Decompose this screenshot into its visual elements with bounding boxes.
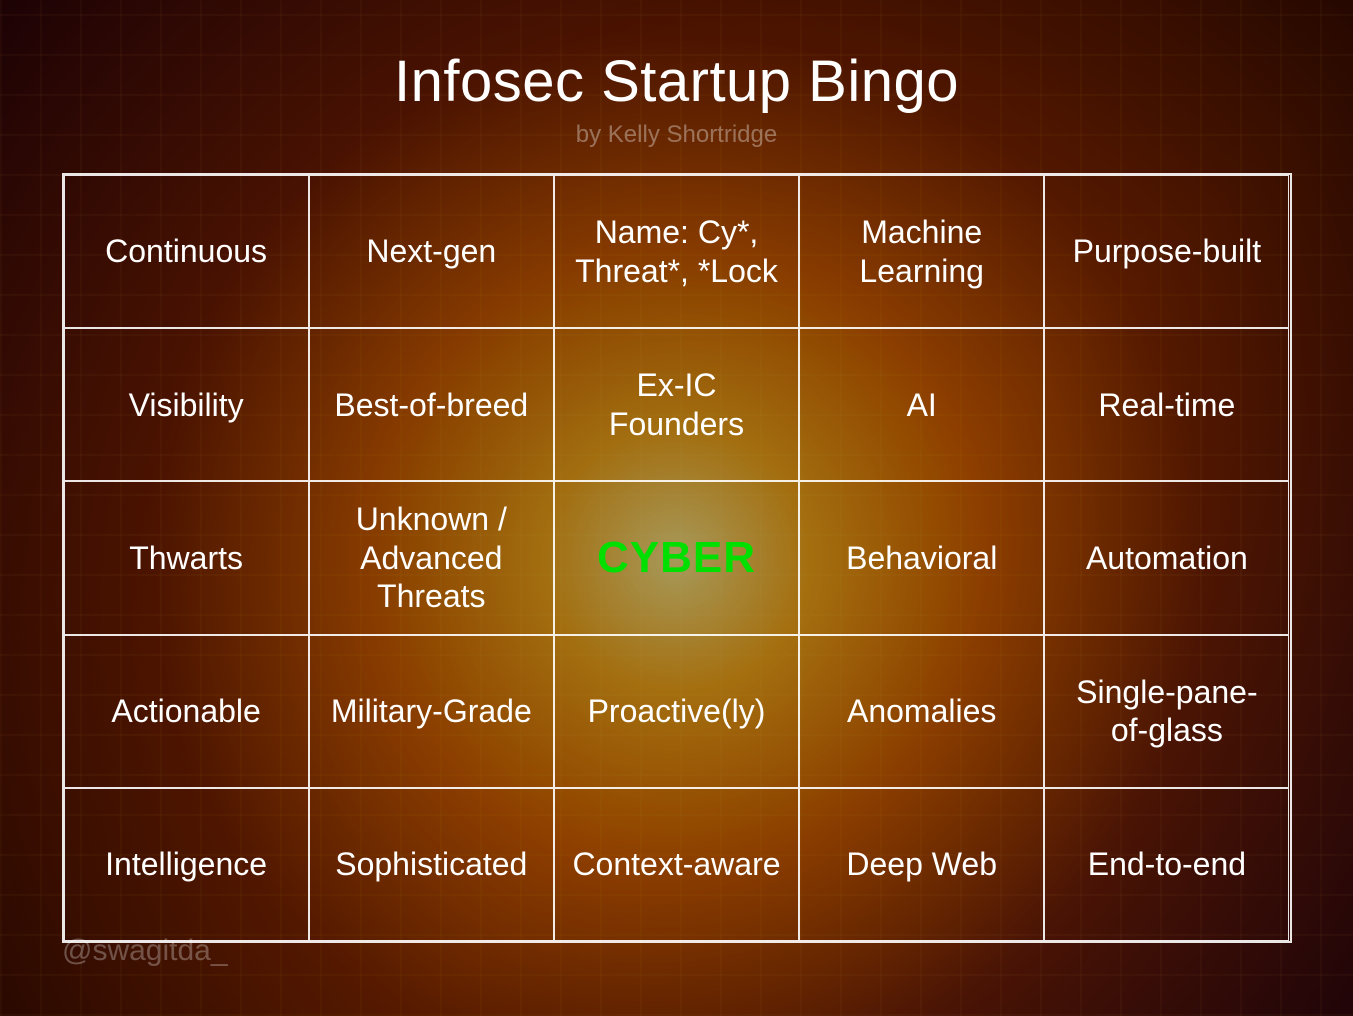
bingo-cell: Context-aware xyxy=(554,788,799,941)
bingo-cell: Visibility xyxy=(64,328,309,481)
page-title: Infosec Startup Bingo xyxy=(394,48,959,115)
bingo-cell: Next-gen xyxy=(309,175,554,328)
bingo-card: Infosec Startup Bingo by Kelly Shortridg… xyxy=(0,0,1353,1016)
bingo-cell: Anomalies xyxy=(799,635,1044,788)
bingo-cell: Proactive(ly) xyxy=(554,635,799,788)
bingo-cell: Actionable xyxy=(64,635,309,788)
bingo-cell: Machine Learning xyxy=(799,175,1044,328)
bingo-cell: Automation xyxy=(1044,481,1289,634)
bingo-cell: Best-of-breed xyxy=(309,328,554,481)
page-subtitle: by Kelly Shortridge xyxy=(576,121,777,149)
author-handle: @swagitda_ xyxy=(62,934,228,968)
bingo-cell: Purpose-built xyxy=(1044,175,1289,328)
bingo-cell: Military-Grade xyxy=(309,635,554,788)
bingo-cell: Intelligence xyxy=(64,788,309,941)
bingo-free-square: CYBER xyxy=(554,481,799,634)
bingo-cell: Unknown / Advanced Threats xyxy=(309,481,554,634)
bingo-cell: Real-time xyxy=(1044,328,1289,481)
bingo-cell: Behavioral xyxy=(799,481,1044,634)
bingo-cell: End-to-end xyxy=(1044,788,1289,941)
bingo-cell: Continuous xyxy=(64,175,309,328)
bingo-cell: Sophisticated xyxy=(309,788,554,941)
bingo-cell: Single-pane-of-glass xyxy=(1044,635,1289,788)
bingo-cell: AI xyxy=(799,328,1044,481)
bingo-cell: Deep Web xyxy=(799,788,1044,941)
bingo-grid: Continuous Next-gen Name: Cy*, Threat*, … xyxy=(62,173,1292,943)
bingo-cell: Ex-IC Founders xyxy=(554,328,799,481)
bingo-cell: Name: Cy*, Threat*, *Lock xyxy=(554,175,799,328)
bingo-cell: Thwarts xyxy=(64,481,309,634)
